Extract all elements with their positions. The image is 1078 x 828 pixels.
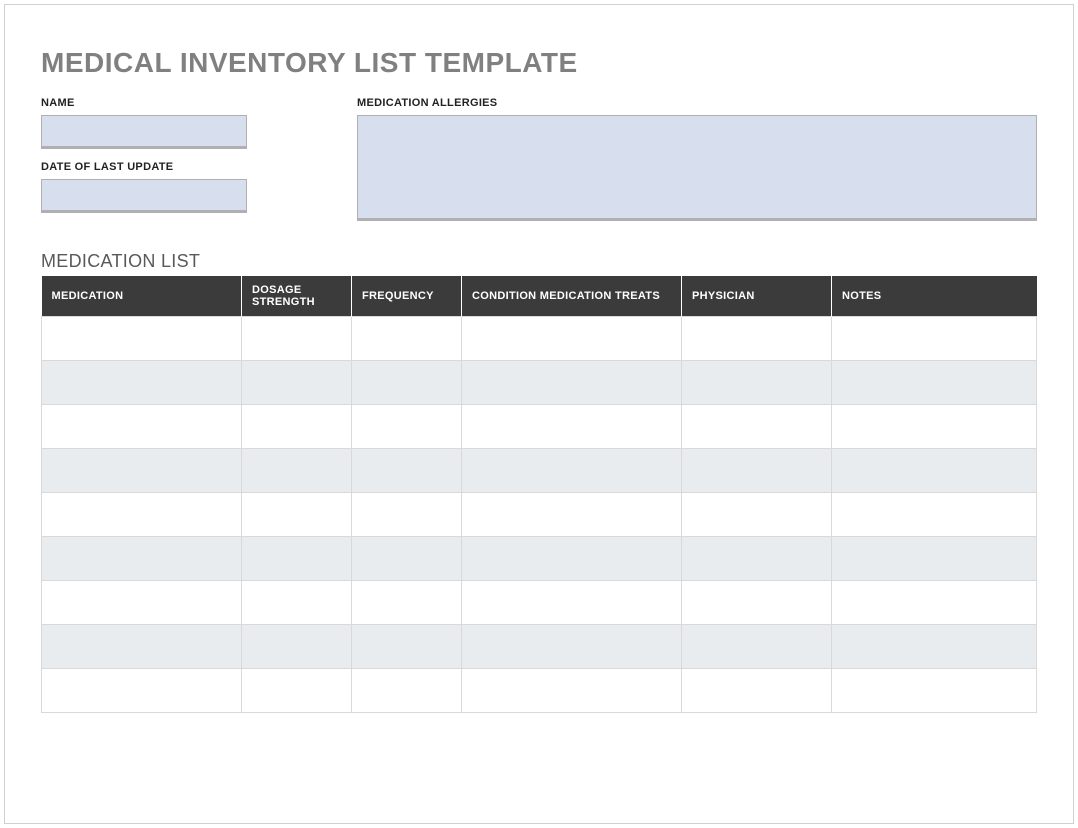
- cell-medication[interactable]: [42, 493, 242, 537]
- medication-list-heading: MEDICATION LIST: [41, 251, 1037, 272]
- date-input[interactable]: [41, 179, 247, 213]
- page-title: MEDICAL INVENTORY LIST TEMPLATE: [41, 47, 1037, 79]
- cell-frequency[interactable]: [352, 537, 462, 581]
- cell-physician[interactable]: [682, 493, 832, 537]
- cell-condition[interactable]: [462, 449, 682, 493]
- cell-frequency[interactable]: [352, 317, 462, 361]
- right-column: MEDICATION ALLERGIES: [357, 97, 1037, 225]
- table-row: [42, 669, 1037, 713]
- cell-condition[interactable]: [462, 581, 682, 625]
- table-row: [42, 581, 1037, 625]
- allergies-label: MEDICATION ALLERGIES: [357, 97, 1037, 109]
- cell-frequency[interactable]: [352, 361, 462, 405]
- cell-medication[interactable]: [42, 317, 242, 361]
- page-container: MEDICAL INVENTORY LIST TEMPLATE NAME DAT…: [4, 4, 1074, 824]
- cell-physician[interactable]: [682, 581, 832, 625]
- th-physician: PHYSICIAN: [682, 276, 832, 317]
- cell-dosage[interactable]: [242, 449, 352, 493]
- cell-notes[interactable]: [832, 581, 1037, 625]
- cell-physician[interactable]: [682, 449, 832, 493]
- cell-medication[interactable]: [42, 449, 242, 493]
- cell-frequency[interactable]: [352, 669, 462, 713]
- cell-notes[interactable]: [832, 405, 1037, 449]
- th-medication: MEDICATION: [42, 276, 242, 317]
- cell-condition[interactable]: [462, 625, 682, 669]
- cell-medication[interactable]: [42, 669, 242, 713]
- cell-notes[interactable]: [832, 537, 1037, 581]
- cell-condition[interactable]: [462, 317, 682, 361]
- cell-condition[interactable]: [462, 537, 682, 581]
- table-row: [42, 361, 1037, 405]
- cell-frequency[interactable]: [352, 625, 462, 669]
- cell-notes[interactable]: [832, 449, 1037, 493]
- th-dosage: DOSAGE STRENGTH: [242, 276, 352, 317]
- cell-condition[interactable]: [462, 669, 682, 713]
- cell-notes[interactable]: [832, 493, 1037, 537]
- th-condition: CONDITION MEDICATION TREATS: [462, 276, 682, 317]
- name-input[interactable]: [41, 115, 247, 149]
- cell-dosage[interactable]: [242, 537, 352, 581]
- cell-medication[interactable]: [42, 625, 242, 669]
- cell-frequency[interactable]: [352, 405, 462, 449]
- cell-notes[interactable]: [832, 669, 1037, 713]
- cell-physician[interactable]: [682, 317, 832, 361]
- cell-frequency[interactable]: [352, 449, 462, 493]
- cell-medication[interactable]: [42, 537, 242, 581]
- table-row: [42, 625, 1037, 669]
- left-column: NAME DATE OF LAST UPDATE: [41, 97, 247, 225]
- date-label: DATE OF LAST UPDATE: [41, 161, 247, 173]
- table-row: [42, 317, 1037, 361]
- name-label: NAME: [41, 97, 247, 109]
- cell-physician[interactable]: [682, 537, 832, 581]
- table-row: [42, 537, 1037, 581]
- table-header-row: MEDICATION DOSAGE STRENGTH FREQUENCY CON…: [42, 276, 1037, 317]
- cell-notes[interactable]: [832, 317, 1037, 361]
- cell-dosage[interactable]: [242, 625, 352, 669]
- cell-notes[interactable]: [832, 361, 1037, 405]
- cell-physician[interactable]: [682, 669, 832, 713]
- table-row: [42, 405, 1037, 449]
- cell-medication[interactable]: [42, 361, 242, 405]
- cell-physician[interactable]: [682, 625, 832, 669]
- th-notes: NOTES: [832, 276, 1037, 317]
- cell-medication[interactable]: [42, 581, 242, 625]
- top-fields-section: NAME DATE OF LAST UPDATE MEDICATION ALLE…: [41, 97, 1037, 225]
- cell-dosage[interactable]: [242, 317, 352, 361]
- table-row: [42, 493, 1037, 537]
- allergies-input[interactable]: [357, 115, 1037, 221]
- cell-frequency[interactable]: [352, 493, 462, 537]
- cell-dosage[interactable]: [242, 405, 352, 449]
- cell-physician[interactable]: [682, 405, 832, 449]
- cell-condition[interactable]: [462, 361, 682, 405]
- cell-dosage[interactable]: [242, 361, 352, 405]
- cell-condition[interactable]: [462, 493, 682, 537]
- table-body: [42, 317, 1037, 713]
- cell-frequency[interactable]: [352, 581, 462, 625]
- cell-physician[interactable]: [682, 361, 832, 405]
- medication-table: MEDICATION DOSAGE STRENGTH FREQUENCY CON…: [41, 276, 1037, 713]
- cell-dosage[interactable]: [242, 669, 352, 713]
- cell-condition[interactable]: [462, 405, 682, 449]
- table-row: [42, 449, 1037, 493]
- cell-dosage[interactable]: [242, 581, 352, 625]
- th-frequency: FREQUENCY: [352, 276, 462, 317]
- cell-medication[interactable]: [42, 405, 242, 449]
- cell-notes[interactable]: [832, 625, 1037, 669]
- cell-dosage[interactable]: [242, 493, 352, 537]
